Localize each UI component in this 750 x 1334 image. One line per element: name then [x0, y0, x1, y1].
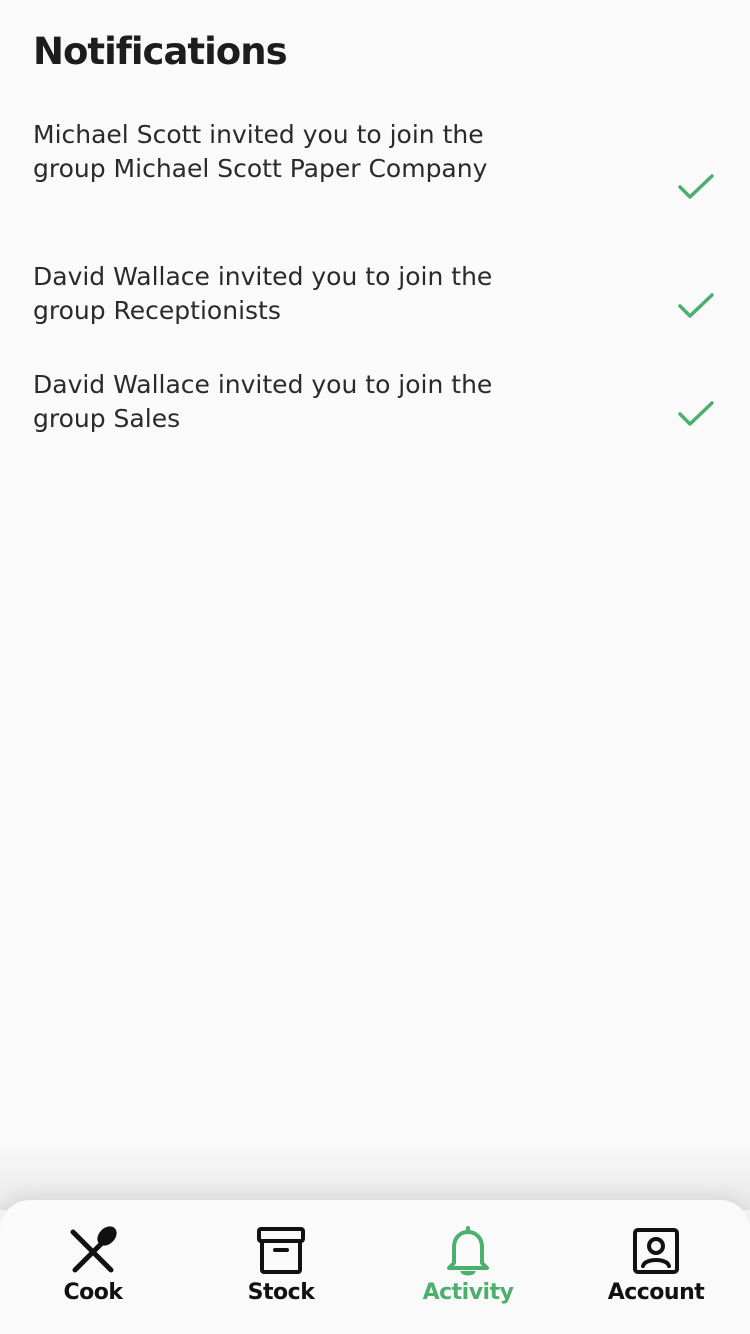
notification-text: Michael Scott invited you to join the gr… — [33, 120, 488, 183]
notifications-screen: Notifications Michael Scott invited you … — [0, 0, 750, 1334]
nav-item-stock[interactable]: Stock — [211, 1224, 351, 1324]
spoon-knife-icon — [66, 1224, 120, 1278]
accept-button[interactable] — [676, 167, 716, 207]
archive-box-icon — [254, 1224, 308, 1278]
check-icon — [678, 293, 714, 318]
accept-button[interactable] — [676, 286, 716, 326]
list-item: Michael Scott invited you to join the gr… — [0, 118, 750, 260]
bell-icon — [441, 1224, 495, 1278]
notifications-list: Michael Scott invited you to join the gr… — [0, 118, 750, 476]
nav-label: Activity — [422, 1280, 514, 1305]
nav-label: Cook — [63, 1280, 123, 1305]
nav-item-cook[interactable]: Cook — [23, 1224, 163, 1324]
check-icon — [678, 174, 714, 199]
notification-text: David Wallace invited you to join the gr… — [33, 262, 493, 325]
list-item: David Wallace invited you to join the gr… — [0, 368, 750, 476]
check-icon — [678, 401, 714, 426]
nav-item-account[interactable]: Account — [586, 1224, 726, 1324]
nav-label: Stock — [247, 1280, 315, 1305]
account-portrait-icon — [629, 1224, 683, 1278]
notification-text: David Wallace invited you to join the gr… — [33, 370, 493, 433]
bottom-nav: Cook Stock Activity Account — [0, 1200, 750, 1334]
accept-button[interactable] — [676, 394, 716, 434]
list-item: David Wallace invited you to join the gr… — [0, 260, 750, 368]
page-title: Notifications — [33, 30, 288, 73]
nav-item-activity[interactable]: Activity — [398, 1224, 538, 1324]
nav-label: Account — [607, 1280, 705, 1305]
